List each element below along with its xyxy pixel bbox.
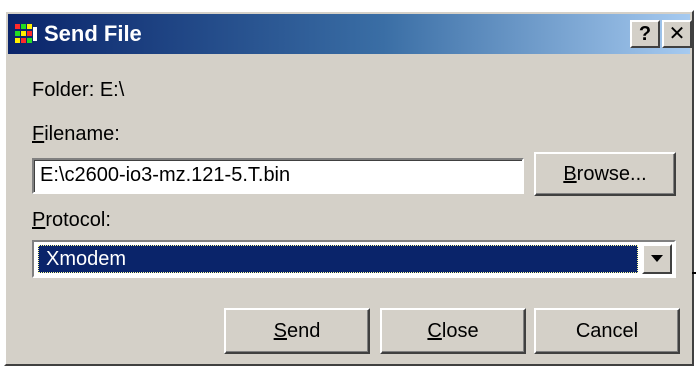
send-file-app-icon: [15, 24, 37, 43]
send-file-dialog: Send File ? ✕ Folder: E:\ Filename: E:\c…: [4, 10, 696, 366]
browse-button-mnemonic: B: [563, 163, 577, 185]
send-button-mnemonic: S: [273, 320, 287, 342]
send-button[interactable]: Send: [224, 308, 370, 354]
cancel-button[interactable]: Cancel: [534, 308, 680, 354]
close-icon: ✕: [668, 23, 686, 45]
help-button[interactable]: ?: [630, 20, 660, 48]
protocol-selected-value: Xmodem: [38, 245, 638, 273]
divider-tick: [692, 272, 696, 274]
filename-label-mnemonic: F: [32, 123, 45, 145]
title-bar[interactable]: Send File ? ✕: [8, 14, 692, 54]
filename-input[interactable]: E:\c2600-io3-mz.121-5.T.bin: [32, 158, 524, 194]
folder-label: Folder:: [32, 79, 95, 101]
protocol-label-text: rotocol:: [45, 209, 111, 231]
close-button-mnemonic: C: [427, 320, 442, 342]
close-window-button[interactable]: ✕: [662, 20, 692, 48]
chevron-down-icon[interactable]: [642, 244, 672, 274]
window-title: Send File: [44, 21, 142, 46]
close-button[interactable]: Close: [380, 308, 526, 354]
folder-row: Folder: E:\: [32, 78, 124, 102]
filename-label: Filename:: [32, 122, 120, 146]
close-button-label: lose: [441, 320, 479, 342]
protocol-select[interactable]: Xmodem: [32, 240, 676, 278]
protocol-label: Protocol:: [32, 208, 111, 232]
browse-button[interactable]: Browse...: [534, 152, 676, 196]
screenshot-background: Send File ? ✕ Folder: E:\ Filename: E:\c…: [0, 0, 696, 372]
send-button-label: end: [286, 320, 321, 342]
folder-value: E:\: [99, 79, 125, 101]
protocol-label-mnemonic: P: [32, 209, 46, 231]
filename-label-text: ilename:: [44, 123, 120, 145]
browse-button-label: rowse...: [576, 163, 647, 185]
help-icon: ?: [638, 23, 652, 45]
